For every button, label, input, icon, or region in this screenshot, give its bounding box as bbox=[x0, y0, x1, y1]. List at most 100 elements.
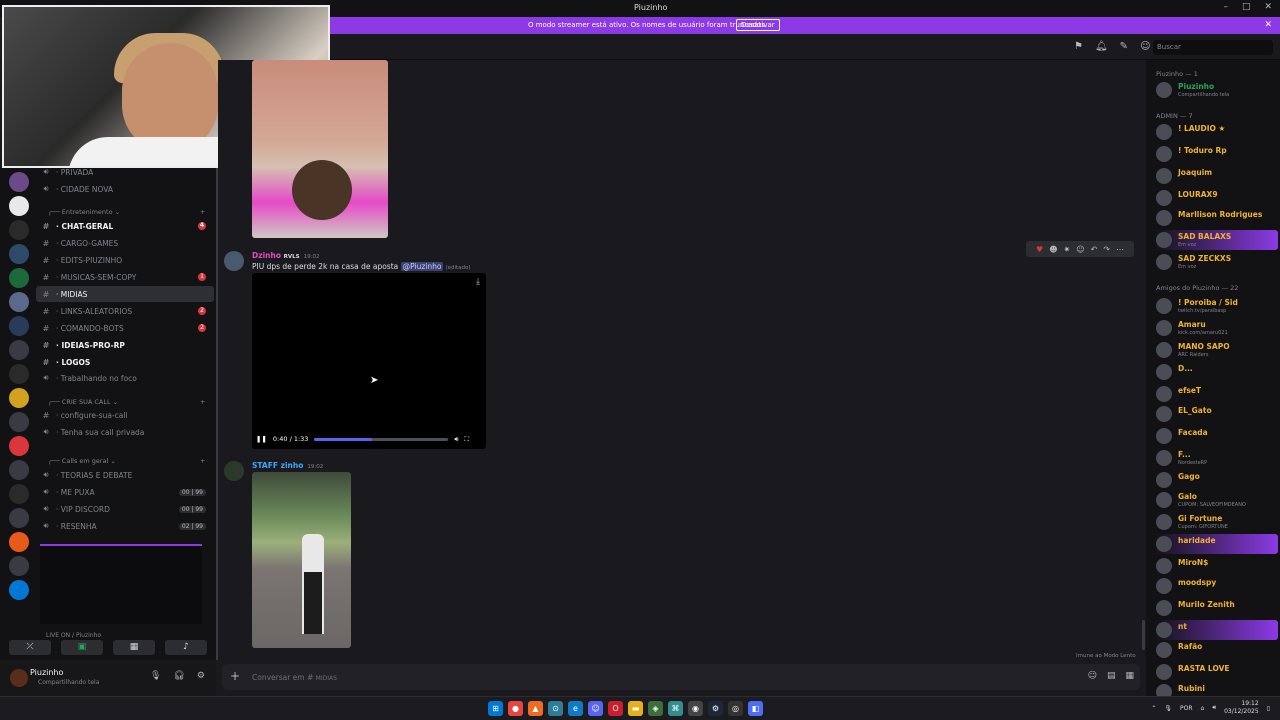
clock[interactable]: 19:12 03/12/2025 bbox=[1224, 700, 1259, 716]
app-icon[interactable]: ◎ bbox=[728, 701, 743, 716]
member-item[interactable]: ! Toduro Rp bbox=[1154, 144, 1278, 164]
server-icon[interactable] bbox=[9, 508, 29, 528]
member-item[interactable]: Rafão bbox=[1154, 640, 1278, 660]
member-item[interactable]: D... bbox=[1154, 362, 1278, 382]
app-icon[interactable]: ◈ bbox=[648, 701, 663, 716]
channel-category[interactable]: ╭── Entretenimento ⌄ + bbox=[48, 208, 205, 216]
more-icon[interactable]: ⋯ bbox=[1116, 245, 1124, 254]
folder-icon[interactable]: ▬ bbox=[628, 701, 643, 716]
discord-icon[interactable]: ☺ bbox=[588, 701, 603, 716]
member-item[interactable]: RASTA LOVE bbox=[1154, 662, 1278, 682]
author-name[interactable]: Dzinho bbox=[252, 251, 281, 260]
pin-icon[interactable]: ✎ bbox=[1120, 41, 1128, 52]
notification-icon[interactable]: ▯ bbox=[1267, 705, 1270, 712]
message-composer[interactable]: + Conversar em # MIDIAS ☺ ▤ ▦ bbox=[222, 664, 1140, 690]
server-icon[interactable] bbox=[9, 460, 29, 480]
member-item[interactable]: Piuzinho Compartilhando tela bbox=[1154, 80, 1278, 100]
member-item[interactable]: Facada bbox=[1154, 426, 1278, 446]
channel-item[interactable]: # · IDEIAS-PRO-RP bbox=[36, 337, 214, 353]
search-input[interactable]: Buscar bbox=[1153, 40, 1273, 55]
activities-button[interactable]: ▦ bbox=[113, 640, 155, 655]
server-icon[interactable] bbox=[9, 292, 29, 312]
mic-icon[interactable]: 🎙︎ bbox=[150, 671, 161, 681]
chevron-up-icon[interactable]: ⌃ bbox=[1151, 705, 1156, 712]
forward-icon[interactable]: ↷ bbox=[1103, 245, 1110, 254]
member-item[interactable]: Joaquim bbox=[1154, 166, 1278, 186]
server-icon[interactable] bbox=[9, 316, 29, 336]
channel-item[interactable]: # · CARGO-GAMES bbox=[36, 235, 214, 251]
channel-category[interactable]: ╭── Calls em geral ⌄ + bbox=[48, 457, 205, 465]
windows-start-icon[interactable]: ⊞ bbox=[488, 701, 503, 716]
member-item[interactable]: ! Poroiba / Sid twitch.tv/paraibasp bbox=[1154, 296, 1278, 316]
member-item[interactable]: Marllison Rodrigues bbox=[1154, 208, 1278, 228]
apps-icon[interactable]: ▦ bbox=[1125, 671, 1134, 681]
fire-reaction-icon[interactable]: ✷ bbox=[1064, 245, 1071, 254]
author-name[interactable]: STAFF zinho bbox=[252, 461, 303, 470]
member-item[interactable]: ! LAUDIO ★ bbox=[1154, 122, 1278, 142]
avatar[interactable] bbox=[10, 669, 28, 687]
message-image-attachment[interactable] bbox=[252, 60, 388, 238]
member-item[interactable]: F... NordesteRP bbox=[1154, 448, 1278, 468]
app-icon[interactable]: ⊙ bbox=[548, 701, 563, 716]
channel-item[interactable]: # · LINKS-ALEATORIOS 2 bbox=[36, 303, 214, 319]
channel-item[interactable]: 🔊︎ · ME PUXA 00 | 99 bbox=[36, 484, 214, 500]
user-mention[interactable]: @Piuzinho bbox=[400, 262, 444, 271]
server-icon[interactable] bbox=[9, 436, 29, 456]
obs-icon[interactable]: ◉ bbox=[688, 701, 703, 716]
video-progress-bar[interactable] bbox=[314, 437, 449, 441]
server-icon[interactable] bbox=[9, 364, 29, 384]
network-icon[interactable]: ⌂ bbox=[1201, 705, 1205, 712]
fullscreen-icon[interactable]: ⛶ bbox=[465, 435, 470, 444]
member-item[interactable]: efseT bbox=[1154, 384, 1278, 404]
headphones-icon[interactable]: 🎧︎ bbox=[173, 671, 184, 681]
add-channel-icon[interactable]: + bbox=[200, 457, 205, 465]
server-icon[interactable] bbox=[9, 412, 29, 432]
channel-category[interactable]: ╭── CRIE SUA CALL ⌄ + bbox=[48, 398, 205, 406]
channel-item[interactable]: 🔊︎ · RESENHA 02 | 99 bbox=[36, 518, 214, 534]
add-channel-icon[interactable]: + bbox=[200, 208, 205, 216]
server-icon[interactable] bbox=[9, 268, 29, 288]
add-channel-icon[interactable]: + bbox=[200, 398, 205, 406]
member-item[interactable]: LOURAX9 bbox=[1154, 188, 1278, 208]
member-item[interactable]: MANO SAPO ARC Raiders bbox=[1154, 340, 1278, 360]
soundboard-button[interactable]: ♪ bbox=[165, 640, 207, 655]
member-item[interactable]: SAD ZECKXS Em voz bbox=[1154, 252, 1278, 272]
member-item[interactable]: MiroN$ bbox=[1154, 556, 1278, 576]
channel-item[interactable]: 🔊︎ · Trabalhando no foco bbox=[36, 370, 214, 386]
channel-item[interactable]: 🔊︎ · Tenha sua call privada bbox=[36, 424, 214, 440]
add-attachment-icon[interactable]: + bbox=[230, 669, 240, 683]
server-icon[interactable] bbox=[9, 196, 29, 216]
video-player[interactable]: ⤓ ❚❚ 0:40 / 1:33 🔊︎ ⛶ bbox=[252, 273, 486, 449]
message-author[interactable]: STAFF zinho 19:02 bbox=[252, 461, 323, 470]
channel-item[interactable]: # · configure-sua-call bbox=[36, 407, 214, 423]
stop-stream-button[interactable]: ⤫ bbox=[9, 640, 51, 655]
maximize-icon[interactable]: □ bbox=[1242, 2, 1251, 12]
mic-icon[interactable]: 🎙︎ bbox=[1164, 705, 1172, 712]
member-item[interactable]: Amaru kick.com/amaru021 bbox=[1154, 318, 1278, 338]
language-indicator[interactable]: POR bbox=[1180, 705, 1193, 712]
threads-icon[interactable]: ⚑ bbox=[1074, 41, 1083, 52]
app-icon[interactable]: ▲ bbox=[528, 701, 543, 716]
members-icon[interactable]: ☺ bbox=[1140, 41, 1150, 52]
channel-item[interactable]: # · LOGOS bbox=[36, 354, 214, 370]
member-item[interactable]: nt bbox=[1154, 620, 1278, 640]
avatar[interactable] bbox=[224, 251, 244, 271]
reaction-icon[interactable]: ☻ bbox=[1049, 245, 1057, 254]
pause-icon[interactable]: ❚❚ bbox=[256, 435, 267, 443]
member-item[interactable]: Murilo Zenith bbox=[1154, 598, 1278, 618]
app-icon[interactable]: ⌘ bbox=[668, 701, 683, 716]
channel-item[interactable]: # · MUSICAS-SEM-COPY 1 bbox=[36, 269, 214, 285]
gif-icon[interactable]: ▤ bbox=[1107, 671, 1116, 681]
server-icon[interactable] bbox=[9, 340, 29, 360]
server-icon[interactable] bbox=[9, 388, 29, 408]
emoji-icon[interactable]: ☺ bbox=[1088, 671, 1097, 681]
bell-icon[interactable]: 🔔︎ bbox=[1095, 41, 1108, 52]
volume-icon[interactable]: 🔊︎ bbox=[454, 435, 458, 444]
minimize-icon[interactable]: – bbox=[1223, 2, 1228, 12]
avatar[interactable] bbox=[224, 461, 244, 481]
app-icon[interactable]: ◧ bbox=[748, 701, 763, 716]
stream-preview[interactable]: LIVE ON / Piuzinho bbox=[40, 544, 202, 639]
member-item[interactable]: Gi Fortune Cupom: GIFORTUNE bbox=[1154, 512, 1278, 532]
channel-item[interactable]: # · EDITS-PIUZINHO bbox=[36, 252, 214, 268]
member-item[interactable]: Galo CUPOM: SALVEOFIMDEANO bbox=[1154, 490, 1278, 510]
